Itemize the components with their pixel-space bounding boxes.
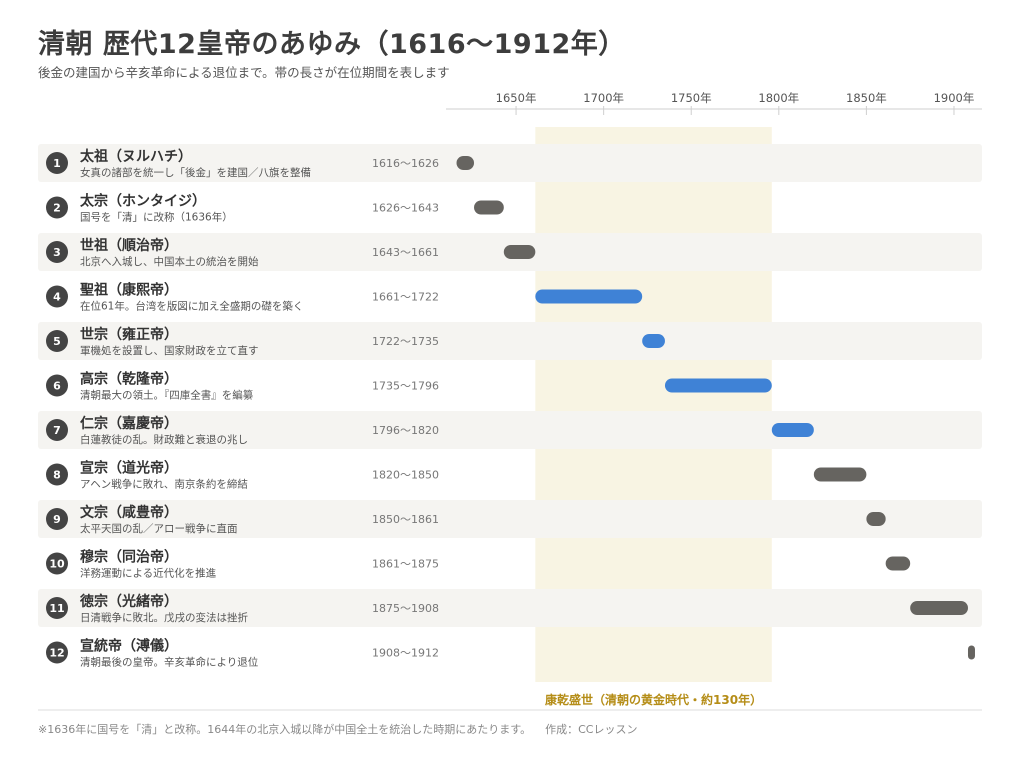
reign-bar — [813, 467, 867, 482]
emperor-description: 日清戦争に敗北。戊戌の変法は挫折 — [80, 611, 248, 624]
emperor-name: 世宗（雍正帝） — [80, 326, 178, 343]
emperor-description: アヘン戦争に敗れ、南京条約を締結 — [80, 478, 248, 491]
emperor-name: 徳宗（光緒帝） — [79, 593, 178, 610]
reign-bar — [642, 334, 665, 348]
reign-period: 1850〜1861 — [372, 513, 439, 526]
reign-bar — [967, 645, 975, 660]
reign-period: 1908〜1912 — [372, 647, 439, 660]
emperor-description: 白蓮教徒の乱。財政難と衰退の兆し — [80, 433, 248, 446]
x-tick-label: 1800年 — [758, 91, 799, 105]
emperor-description: 清朝最大の領土。『四庫全書』を編纂 — [80, 389, 254, 402]
credit-text: 作成：CCレッスン — [545, 723, 638, 736]
emperor-name: 世祖（順治帝） — [80, 237, 178, 254]
emperor-description: 太平天国の乱／アロー戦争に直面 — [80, 522, 238, 535]
x-tick-label: 1900年 — [934, 91, 975, 105]
x-tick-label: 1700年 — [583, 91, 624, 105]
reign-period: 1875〜1908 — [372, 602, 439, 615]
emperor-name: 宣宗（道光帝） — [80, 460, 178, 477]
reign-bar — [456, 156, 475, 170]
emperor-name: 聖祖（康熙帝） — [80, 282, 178, 299]
emperor-row: 1 太祖（ヌルハチ）女真の諸部を統一し「後金」を建国／八旗を整備 1616〜1626 — [38, 144, 982, 182]
reign-bar — [664, 378, 772, 393]
emperor-description: 北京へ入城し、中国本土の統治を開始 — [80, 255, 259, 268]
reign-bar — [885, 556, 911, 571]
reign-period: 1616〜1626 — [372, 157, 439, 170]
reign-period: 1861〜1875 — [372, 558, 439, 571]
reign-bar — [866, 512, 886, 526]
emperor-description: 洋務運動による近代化を推進 — [80, 567, 217, 580]
emperor-row: 2 太宗（ホンタイジ）国号を「清」に改称（1636年） 1626〜1643 — [46, 193, 504, 224]
number-badge-label: 10 — [49, 558, 65, 571]
x-tick-label: 1750年 — [671, 91, 712, 105]
reign-bar — [535, 289, 643, 304]
x-tick-label: 1850年 — [846, 91, 887, 105]
emperor-row: 7 仁宗（嘉慶帝）白蓮教徒の乱。財政難と衰退の兆し 1796〜1820 — [38, 411, 982, 449]
emperor-name: 宣統帝（溥儀） — [80, 638, 178, 655]
reign-period: 1722〜1735 — [372, 335, 439, 348]
emperor-row: 12 宣統帝（溥儀）清朝最後の皇帝。辛亥革命により退位 1908〜1912 — [46, 638, 975, 669]
reign-period: 1626〜1643 — [372, 202, 439, 215]
emperor-rows: 1 太祖（ヌルハチ）女真の諸部を統一し「後金」を建国／八旗を整備 1616〜1626… — [38, 144, 982, 669]
reign-bar — [503, 245, 536, 259]
emperor-name: 高宗（乾隆帝） — [80, 371, 178, 388]
reign-bar — [771, 423, 814, 437]
number-badge-label: 7 — [53, 424, 61, 437]
reign-period: 1796〜1820 — [372, 424, 439, 437]
number-badge-label: 11 — [49, 602, 64, 615]
reign-bar — [474, 200, 504, 215]
reign-timeline-chart: 1 太祖（ヌルハチ）女真の諸部を統一し「後金」を建国／八旗を整備 1616〜1626… — [38, 91, 982, 711]
emperor-name: 穆宗（同治帝） — [80, 549, 178, 566]
emperor-name: 仁宗（嘉慶帝） — [80, 415, 178, 432]
number-badge-label: 6 — [53, 380, 61, 393]
number-badge-label: 4 — [53, 291, 61, 304]
emperor-row: 3 世祖（順治帝）北京へ入城し、中国本土の統治を開始 1643〜1661 — [38, 233, 982, 271]
number-badge-label: 8 — [53, 469, 61, 482]
reign-period: 1820〜1850 — [372, 469, 439, 482]
golden-age-label: 康乾盛世（清朝の黄金時代・約130年） — [545, 692, 762, 707]
emperor-description: 国号を「清」に改称（1636年） — [80, 211, 233, 224]
number-badge-label: 12 — [49, 647, 64, 660]
x-tick-label: 1650年 — [496, 91, 537, 105]
emperor-description: 軍機処を設置し、国家財政を立て直す — [80, 344, 259, 357]
number-badge-label: 3 — [53, 246, 61, 259]
emperor-name: 太祖（ヌルハチ） — [80, 148, 192, 165]
emperor-row: 9 文宗（咸豊帝）太平天国の乱／アロー戦争に直面 1850〜1861 — [38, 500, 982, 538]
emperor-row: 5 世宗（雍正帝）軍機処を設置し、国家財政を立て直す 1722〜1735 — [38, 322, 982, 360]
reign-period: 1643〜1661 — [372, 246, 439, 259]
emperor-description: 在位61年。台湾を版図に加え全盛期の礎を築く — [80, 300, 303, 313]
emperor-name: 文宗（咸豊帝） — [80, 504, 178, 521]
emperor-description: 女真の諸部を統一し「後金」を建国／八旗を整備 — [80, 166, 311, 179]
reign-period: 1661〜1722 — [372, 291, 439, 304]
number-badge-label: 2 — [53, 202, 61, 215]
x-axis: 1650年 1700年 1750年 1800年 1850年 1900年 — [446, 91, 982, 115]
number-badge-label: 5 — [53, 335, 61, 348]
emperor-description: 清朝最後の皇帝。辛亥革命により退位 — [80, 656, 259, 669]
footnote: ※1636年に国号を「清」と改称。1644年の北京入城以降が中国全土を統治した時… — [38, 721, 637, 737]
footnote-text: ※1636年に国号を「清」と改称。1644年の北京入城以降が中国全土を統治した時… — [38, 723, 532, 736]
emperor-row: 10 穆宗（同治帝）洋務運動による近代化を推進 1861〜1875 — [46, 549, 911, 580]
number-badge-label: 9 — [53, 513, 61, 526]
emperor-name: 太宗（ホンタイジ） — [80, 193, 206, 210]
emperor-row: 11 徳宗（光緒帝）日清戦争に敗北。戊戌の変法は挫折 1875〜1908 — [38, 589, 982, 627]
reign-bar — [910, 601, 968, 615]
reign-period: 1735〜1796 — [372, 380, 439, 393]
number-badge-label: 1 — [53, 157, 61, 170]
